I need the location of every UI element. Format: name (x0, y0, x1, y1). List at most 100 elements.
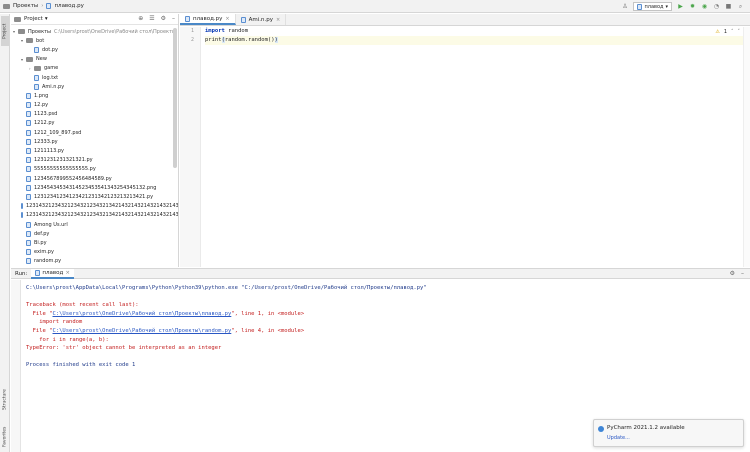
collapse-all-icon[interactable]: ☰ (149, 15, 154, 22)
tree-item[interactable]: 1212_109_897.psd (11, 128, 178, 137)
editor-tab[interactable]: плавод.py × (180, 14, 236, 25)
tab-favorites[interactable]: Favorites (1, 422, 9, 452)
tree-item[interactable]: › game (11, 64, 178, 73)
file-link[interactable]: C:\Users\prost\OneDrive\Рабочий стол\Про… (53, 328, 232, 334)
left-tool-strip: Project Structure Favorites (0, 14, 10, 452)
editor-tab-bar: плавод.py × Ami.n.py × (180, 14, 750, 26)
folder-icon (26, 56, 33, 62)
tree-item-label: random.py (34, 258, 62, 265)
tree-item[interactable]: ▾ bot (11, 36, 178, 45)
tree-item-label: log.txt (42, 74, 59, 81)
console-line: Traceback (most recent call last): (26, 302, 139, 309)
editor-tab[interactable]: Ami.n.py × (236, 14, 287, 25)
line-number-gutter: 1 2 (180, 27, 201, 267)
run-tab[interactable]: плавод × (31, 268, 74, 279)
tree-item[interactable]: Among Us.url (11, 220, 178, 229)
run-configuration-select[interactable]: плавод ▾ (633, 2, 672, 11)
tree-item[interactable]: ▾ New (11, 55, 178, 64)
tree-item-label: 12345434534314523453541343254345132.png (34, 184, 157, 191)
line-number: 1 (190, 28, 194, 34)
code-editor[interactable]: 1 2 import random print(random.random())… (180, 27, 750, 267)
user-icon[interactable]: ♙ (621, 3, 628, 10)
search-icon[interactable]: ⌕ (737, 3, 744, 10)
run-icon[interactable]: ▶ (677, 3, 684, 10)
tree-item[interactable]: 1231432123432123432123432134214321432143… (11, 202, 178, 211)
file-icon (21, 203, 23, 210)
tree-item[interactable]: Bi.py (11, 238, 178, 247)
tree-item[interactable]: 12333.py (11, 137, 178, 146)
breadcrumb-project[interactable]: Проекты (13, 3, 38, 9)
tree-item[interactable]: 1.png (11, 91, 178, 100)
python-file-icon (637, 3, 643, 10)
chevron-down-icon[interactable]: ▾ (45, 16, 48, 22)
tree-item[interactable]: 1231231231321321.py (11, 156, 178, 165)
warning-icon: ⚠ (715, 29, 720, 35)
tree-item[interactable]: exim.py (11, 248, 178, 257)
update-link[interactable]: Update... (607, 435, 737, 441)
gear-icon[interactable]: ⚙ (161, 15, 166, 22)
hide-icon[interactable]: – (741, 270, 744, 277)
tree-item[interactable]: 12.py (11, 101, 178, 110)
tree-item-label: 1211113.py (34, 148, 64, 155)
tab-project[interactable]: Project (1, 16, 9, 46)
tree-item[interactable]: 1231432123432123432123432134214321432143… (11, 211, 178, 220)
close-icon[interactable]: × (65, 270, 70, 276)
file-link[interactable]: C:\Users\prost\OneDrive\Рабочий стол\Про… (53, 311, 232, 317)
tree-item[interactable]: random.py (11, 257, 178, 266)
python-file-icon (46, 3, 52, 9)
tree-item[interactable]: 1211113.py (11, 146, 178, 155)
close-icon[interactable]: × (276, 17, 280, 23)
project-panel-title[interactable]: Project (24, 16, 43, 22)
chevron-down-icon[interactable]: ˅ (738, 29, 741, 35)
code-line-current[interactable]: print(random.random()) (205, 36, 750, 45)
code-line[interactable]: import random (205, 27, 750, 36)
tree-item[interactable]: 1212.py (11, 119, 178, 128)
close-icon[interactable]: × (225, 16, 229, 22)
locate-file-icon[interactable]: ⊕ (138, 15, 143, 22)
tree-item[interactable]: def.py (11, 229, 178, 238)
file-icon (26, 111, 31, 118)
hide-icon[interactable]: – (172, 15, 175, 22)
tree-item[interactable]: Ami.n.py (11, 82, 178, 91)
tree-item[interactable]: 1123.psd (11, 110, 178, 119)
tree-item-label: 55555555555555555.py (34, 166, 96, 173)
code-text: random.random() (224, 37, 275, 43)
profile-icon[interactable]: ◔ (713, 3, 720, 10)
editor-scroll-strip[interactable] (743, 27, 750, 267)
file-icon (26, 239, 31, 246)
console-line: import random (26, 319, 83, 326)
tree-item[interactable]: 1234567899552456484589.py (11, 174, 178, 183)
warning-count: 1 (723, 29, 727, 35)
title-bar: Проекты › плавод.py ♙ плавод ▾ ▶ ✹ ◉ ◔ ■… (0, 0, 750, 13)
tree-item-label: 1231432123432123432123432134214321432143… (26, 203, 179, 210)
tree-item-label: 1234567899552456484589.py (34, 175, 112, 182)
coverage-icon[interactable]: ◉ (701, 3, 708, 10)
console-line: C:\Users\prost\AppData\Local\Programs\Py… (26, 285, 427, 291)
console-text: ", line 1, in <module> (231, 310, 305, 317)
tree-item[interactable]: ▾ Проекты C:\Users\prost\OneDrive\Рабочий … (11, 27, 178, 36)
file-icon (26, 129, 31, 136)
run-tab-label: плавод (42, 269, 64, 276)
tree-item[interactable]: 12312341234123421231342123213213421.py (11, 192, 178, 201)
project-scrollbar[interactable] (173, 28, 177, 168)
chevron-up-icon[interactable]: ˄ (731, 29, 734, 35)
inspection-widget[interactable]: ⚠ 1 ˄ ˅ (715, 29, 740, 35)
folder-icon (34, 65, 41, 71)
tree-item[interactable]: 12345434534314523453541343254345132.png (11, 183, 178, 192)
breadcrumb-file[interactable]: плавод.py (54, 3, 83, 9)
tree-item[interactable]: 55555555555555555.py (11, 165, 178, 174)
stop-icon[interactable]: ■ (725, 3, 732, 10)
tree-item[interactable]: dot.py (11, 45, 178, 54)
python-file-icon (35, 269, 41, 276)
file-icon (26, 258, 31, 265)
tree-item-label: 1231432123432123432123432134214321432143… (26, 212, 179, 219)
file-icon (34, 74, 39, 81)
tab-structure[interactable]: Structure (1, 384, 9, 416)
code-area[interactable]: import random print(random.random()) (205, 27, 750, 45)
gear-icon[interactable]: ⚙ (730, 270, 735, 277)
tree-item-label: 1231231231321321.py (34, 157, 93, 164)
tree-item[interactable]: log.txt (11, 73, 178, 82)
file-icon (26, 184, 31, 191)
debug-icon[interactable]: ✹ (689, 3, 696, 10)
